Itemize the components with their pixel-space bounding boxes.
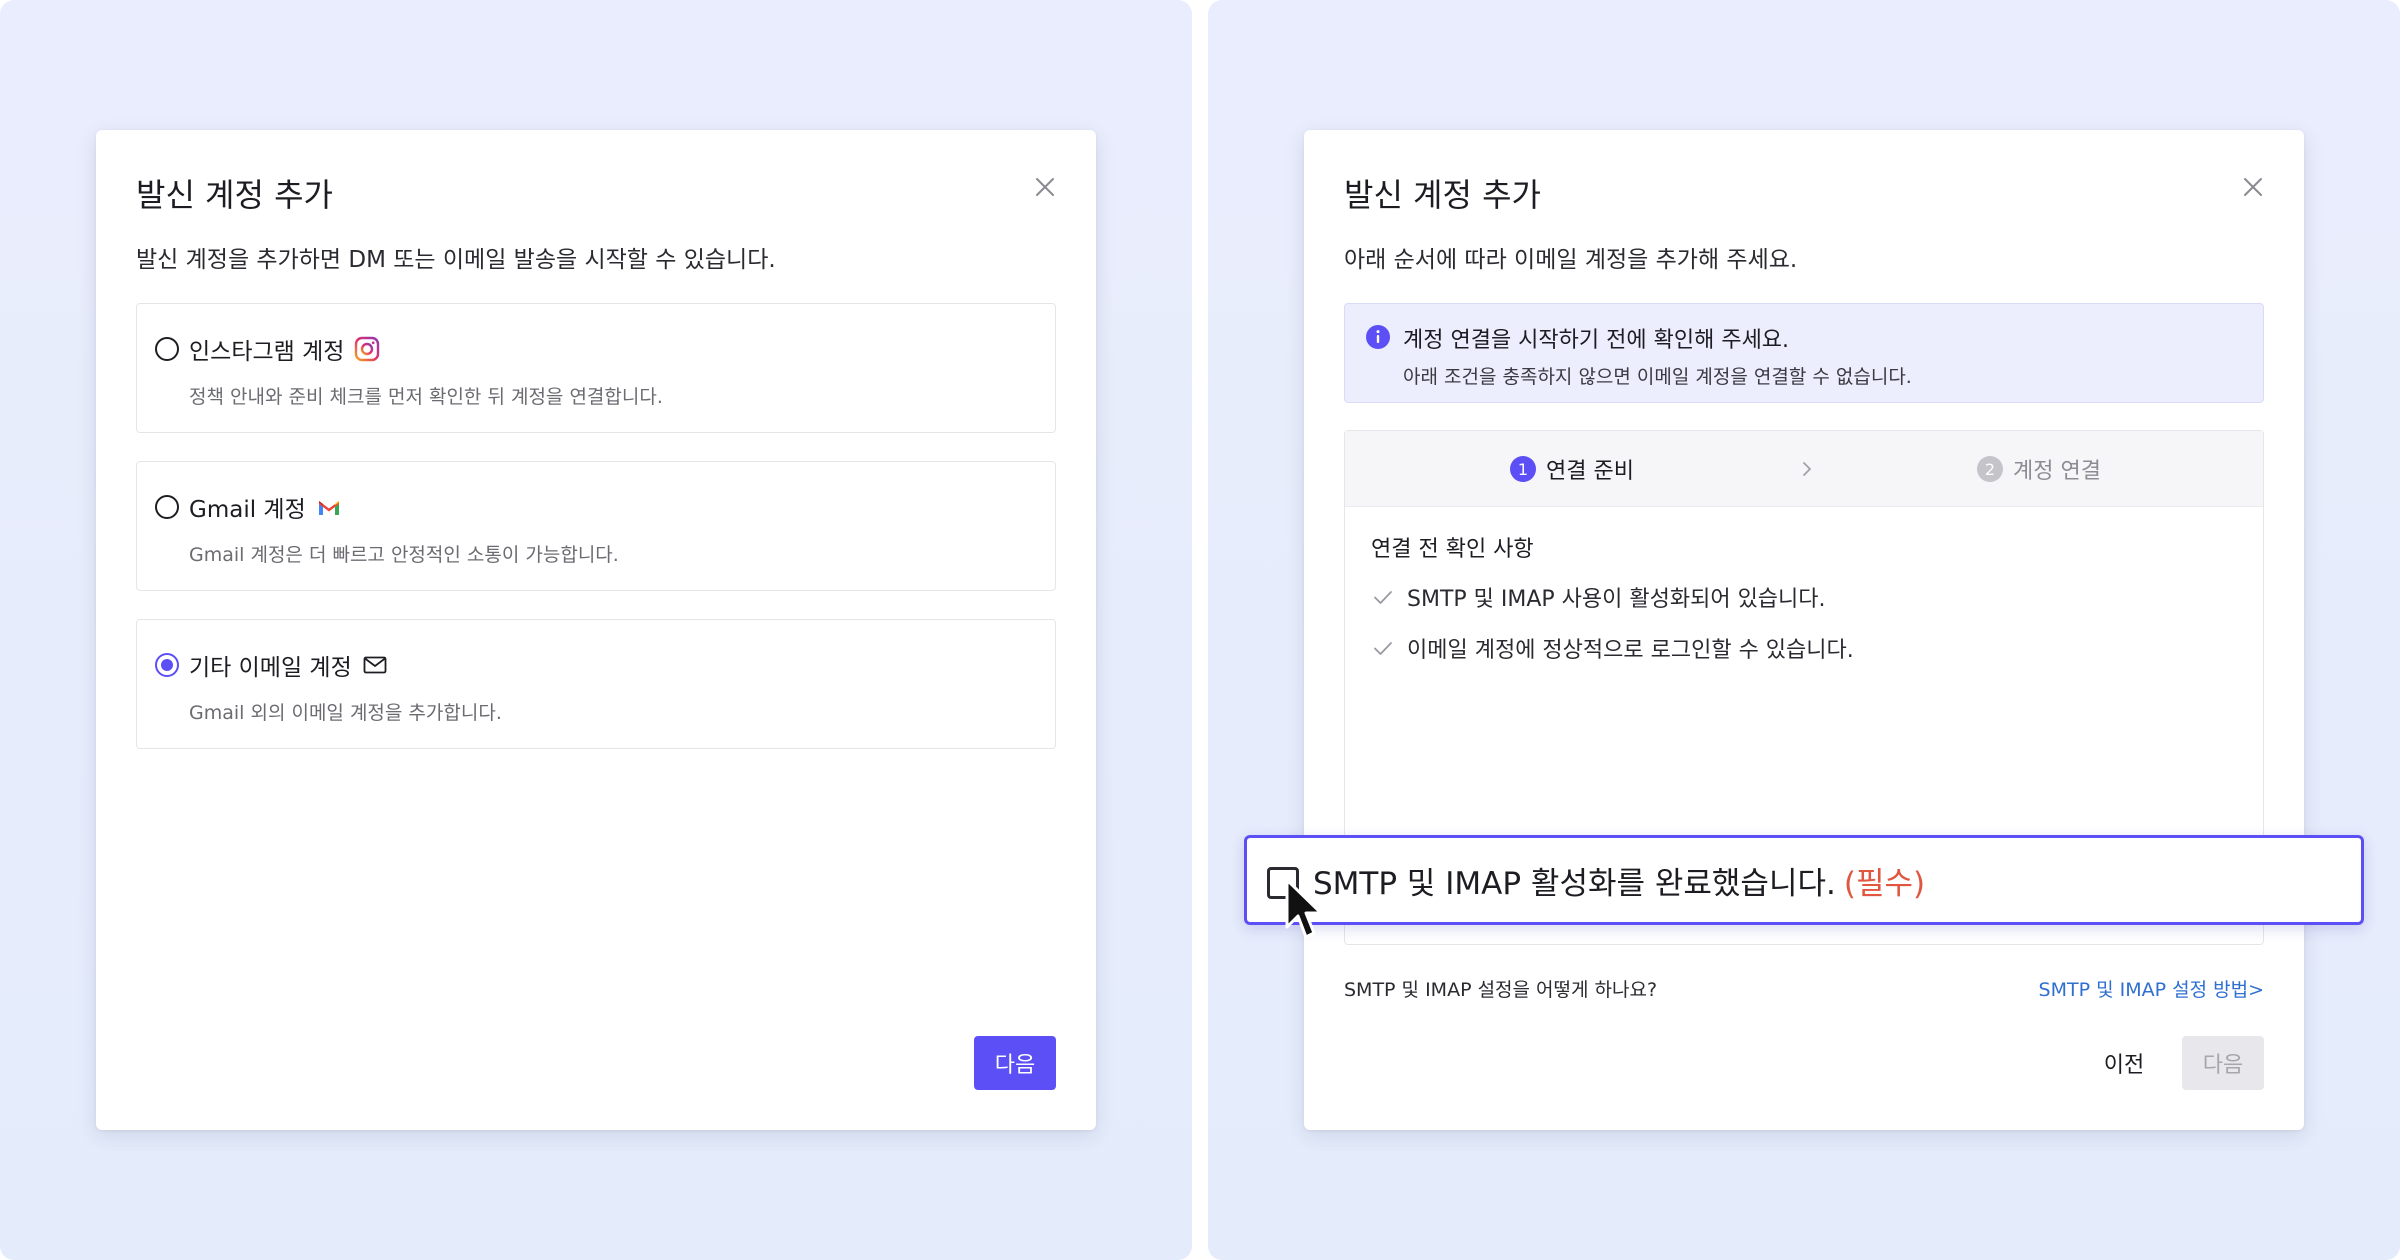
check-icon [1371, 636, 1395, 660]
next-button[interactable]: 다음 [974, 1036, 1056, 1090]
check-icon [1371, 585, 1395, 609]
required-mark: (필수) [1843, 866, 1926, 902]
close-icon [1036, 178, 1054, 196]
confirm-label-text: SMTP 및 IMAP 활성화를 완료했습니다. [1313, 866, 1836, 902]
smtp-imap-guide-link[interactable]: SMTP 및 IMAP 설정 방법> [2039, 975, 2264, 1002]
dialog-description: 발신 계정을 추가하면 DM 또는 이메일 발송을 시작할 수 있습니다. [136, 247, 776, 273]
option-label-text: Gmail 계정 [189, 497, 306, 523]
close-button[interactable] [1030, 172, 1060, 202]
option-label-text: 인스타그램 계정 [189, 339, 345, 365]
step-connect-prepare: 1 연결 준비 [1510, 453, 1634, 485]
add-sender-account-dialog-step: 발신 계정 추가 아래 순서에 따라 이메일 계정을 추가해 주세요. 계정 연… [1304, 130, 2304, 1130]
option-label: 기타 이메일 계정 [189, 648, 388, 682]
option-description: 정책 안내와 준비 체크를 먼저 확인한 뒤 계정을 연결합니다. [189, 386, 663, 408]
option-description: Gmail 외의 이메일 계정을 추가합니다. [189, 702, 502, 724]
radio-other-email[interactable] [155, 653, 179, 677]
next-button-disabled[interactable]: 다음 [2182, 1036, 2264, 1090]
option-instagram-account[interactable]: 인스타그램 계정 정책 안내와 준비 체크를 먼저 확인한 뒤 계정을 연결합니… [136, 303, 1056, 433]
dialog-description: 아래 순서에 따라 이메일 계정을 추가해 주세요. [1344, 247, 1798, 273]
checklist-item-text: 이메일 계정에 정상적으로 로그인할 수 있습니다. [1407, 638, 1854, 663]
option-gmail-account[interactable]: Gmail 계정 Gmail 계정은 더 빠르고 안정적인 소통이 가능합니다. [136, 461, 1056, 591]
smtp-imap-confirm-callout[interactable]: SMTP 및 IMAP 활성화를 완료했습니다. (필수) [1244, 835, 2364, 925]
step-connect-account: 2 계정 연결 [1977, 453, 2101, 485]
option-label-text: 기타 이메일 계정 [189, 655, 352, 681]
info-title: 계정 연결을 시작하기 전에 확인해 주세요. [1403, 328, 1790, 353]
info-icon [1365, 324, 1391, 350]
info-notice: 계정 연결을 시작하기 전에 확인해 주세요. 아래 조건을 충족하지 않으면 … [1344, 303, 2264, 403]
previous-button[interactable]: 이전 [2088, 1036, 2160, 1090]
mouse-cursor-icon [1284, 877, 1326, 943]
checklist-item: SMTP 및 IMAP 사용이 활성화되어 있습니다. [1371, 581, 1826, 613]
option-other-email-account[interactable]: 기타 이메일 계정 Gmail 외의 이메일 계정을 추가합니다. [136, 619, 1056, 749]
help-question: SMTP 및 IMAP 설정을 어떻게 하나요? [1344, 979, 1658, 1001]
step-number: 1 [1510, 456, 1536, 482]
checklist-item: 이메일 계정에 정상적으로 로그인할 수 있습니다. [1371, 632, 1854, 664]
step-label: 연결 준비 [1546, 459, 1634, 484]
dialog-title: 발신 계정 추가 [1344, 176, 1541, 214]
option-description: Gmail 계정은 더 빠르고 안정적인 소통이 가능합니다. [189, 544, 619, 566]
chevron-right-icon [1797, 457, 1817, 481]
radio-gmail[interactable] [155, 495, 179, 519]
stepper: 1 연결 준비 2 계정 연결 [1345, 431, 2263, 507]
option-label: Gmail 계정 [189, 490, 342, 524]
close-button[interactable] [2238, 172, 2268, 202]
left-panel: 발신 계정 추가 발신 계정을 추가하면 DM 또는 이메일 발송을 시작할 수… [0, 0, 1192, 1260]
mail-icon [362, 652, 388, 678]
step-label: 계정 연결 [2013, 459, 2101, 484]
option-label: 인스타그램 계정 [189, 332, 380, 366]
confirm-label: SMTP 및 IMAP 활성화를 완료했습니다. (필수) [1313, 858, 1925, 903]
checklist-item-text: SMTP 및 IMAP 사용이 활성화되어 있습니다. [1407, 587, 1826, 612]
gmail-icon [316, 494, 342, 520]
close-icon [2244, 178, 2262, 196]
checklist-title: 연결 전 확인 사항 [1371, 537, 1534, 562]
add-sender-account-dialog: 발신 계정 추가 발신 계정을 추가하면 DM 또는 이메일 발송을 시작할 수… [96, 130, 1096, 1130]
info-subtitle: 아래 조건을 충족하지 않으면 이메일 계정을 연결할 수 없습니다. [1403, 366, 1912, 388]
dialog-title: 발신 계정 추가 [136, 176, 333, 214]
instagram-icon [354, 336, 380, 362]
step-number: 2 [1977, 456, 2003, 482]
radio-instagram[interactable] [155, 337, 179, 361]
